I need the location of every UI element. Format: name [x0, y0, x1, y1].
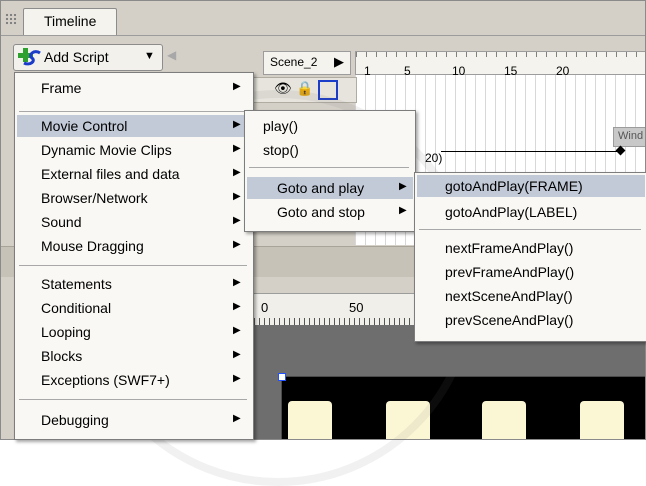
scene-name: Scene_2: [270, 55, 318, 69]
menu-item-browser-network[interactable]: Browser/Network ▶: [17, 187, 251, 209]
menu-item-prevframeandplay[interactable]: prevFrameAndPlay(): [417, 261, 645, 283]
menu-item-looping[interactable]: Looping ▶: [17, 321, 251, 343]
menu-item-gotoandplay-label[interactable]: gotoAndPlay(LABEL): [417, 201, 645, 223]
tab-label: Timeline: [44, 13, 97, 29]
submenu-arrow-icon: ▶: [233, 191, 241, 202]
panel-grip-icon[interactable]: [5, 13, 17, 25]
stage-ruler-tick: 0: [261, 300, 269, 315]
stage-ruler-tick: 50: [349, 300, 364, 315]
submenu-arrow-icon: ▶: [233, 277, 241, 288]
menu-item-movie-control[interactable]: Movie Control ▶: [17, 115, 251, 137]
timeline-ruler[interactable]: 1 5 10 15 20: [355, 51, 645, 78]
menu-item-prevsceneandplay[interactable]: prevSceneAndPlay(): [417, 309, 645, 331]
eye-icon[interactable]: 👁: [274, 80, 292, 97]
menu-item-dynamic-movie-clips[interactable]: Dynamic Movie Clips ▶: [17, 139, 251, 161]
menu-separator: [419, 229, 641, 230]
menu-item-frame[interactable]: Frame ▶: [17, 77, 251, 99]
stage-shape[interactable]: [386, 401, 430, 439]
submenu-arrow-icon: ▶: [399, 205, 407, 216]
add-script-icon: [18, 48, 41, 66]
menu-item-goto-and-play[interactable]: Goto and play ▶: [247, 177, 413, 199]
play-arrow-icon: ▶: [334, 54, 344, 69]
submenu-arrow-icon: ▶: [233, 413, 241, 424]
layer-name[interactable]: Wind: [613, 127, 645, 147]
menu-item-play[interactable]: play(): [247, 115, 413, 137]
selection-handle[interactable]: [278, 373, 286, 381]
menu-item-conditional[interactable]: Conditional ▶: [17, 297, 251, 319]
add-script-menu: Frame ▶ Movie Control ▶ Dynamic Movie Clip…: [14, 72, 254, 440]
menu-item-debugging[interactable]: Debugging ▶: [17, 409, 251, 431]
submenu-arrow-icon: ▶: [233, 143, 241, 154]
goto-and-play-submenu: gotoAndPlay(FRAME) gotoAndPlay(LABEL) ne…: [414, 172, 646, 342]
chevron-down-icon: ▼: [144, 50, 155, 62]
ruler-ticks: [356, 52, 645, 57]
add-script-label: Add Script: [44, 49, 109, 65]
submenu-arrow-icon: ▶: [233, 119, 241, 130]
menu-item-sound[interactable]: Sound ▶: [17, 211, 251, 233]
scene-selector[interactable]: Scene_2 ▶: [263, 51, 351, 75]
menu-separator: [249, 167, 409, 168]
submenu-arrow-icon: ▶: [233, 373, 241, 384]
stage-shape[interactable]: [580, 401, 624, 439]
submenu-arrow-icon: ▶: [399, 181, 407, 192]
tab-timeline[interactable]: Timeline: [23, 8, 117, 35]
stage-shape[interactable]: [288, 401, 332, 439]
menu-separator: [19, 111, 247, 112]
movie-control-submenu: play() stop() Goto and play ▶ Goto and st…: [244, 110, 416, 232]
outline-icon[interactable]: [318, 80, 338, 100]
stage-shape[interactable]: [482, 401, 526, 439]
menu-item-stop[interactable]: stop(): [247, 139, 413, 161]
menu-item-blocks[interactable]: Blocks ▶: [17, 345, 251, 367]
tween-label: 20): [425, 151, 443, 165]
menu-item-nextsceneandplay[interactable]: nextSceneAndPlay(): [417, 285, 645, 307]
submenu-arrow-icon: ▶: [233, 301, 241, 312]
menu-item-nextframeandplay[interactable]: nextFrameAndPlay(): [417, 237, 645, 259]
submenu-arrow-icon: ▶: [233, 81, 241, 92]
tween-arrow: [441, 151, 617, 152]
add-script-button[interactable]: Add Script ▼: [13, 44, 163, 71]
menu-item-mouse-dragging[interactable]: Mouse Dragging ▶: [17, 235, 251, 257]
lock-icon[interactable]: 🔒: [296, 80, 313, 97]
menu-item-statements[interactable]: Statements ▶: [17, 273, 251, 295]
submenu-arrow-icon: ▶: [233, 239, 241, 250]
layer-controls: 👁 🔒: [247, 77, 357, 103]
submenu-arrow-icon: ▶: [233, 167, 241, 178]
menu-item-exceptions[interactable]: Exceptions (SWF7+) ▶: [17, 369, 251, 391]
stage[interactable]: [281, 376, 645, 439]
submenu-arrow-icon: ▶: [233, 349, 241, 360]
submenu-arrow-icon: ▶: [233, 325, 241, 336]
submenu-arrow-icon: ▶: [233, 215, 241, 226]
menu-item-gotoandplay-frame[interactable]: gotoAndPlay(FRAME): [417, 175, 645, 197]
menu-separator: [19, 399, 247, 400]
back-arrow-icon[interactable]: ◀: [167, 48, 185, 66]
menu-separator: [19, 265, 247, 266]
menu-item-goto-and-stop[interactable]: Goto and stop ▶: [247, 201, 413, 223]
menu-item-external-files[interactable]: External files and data ▶: [17, 163, 251, 185]
